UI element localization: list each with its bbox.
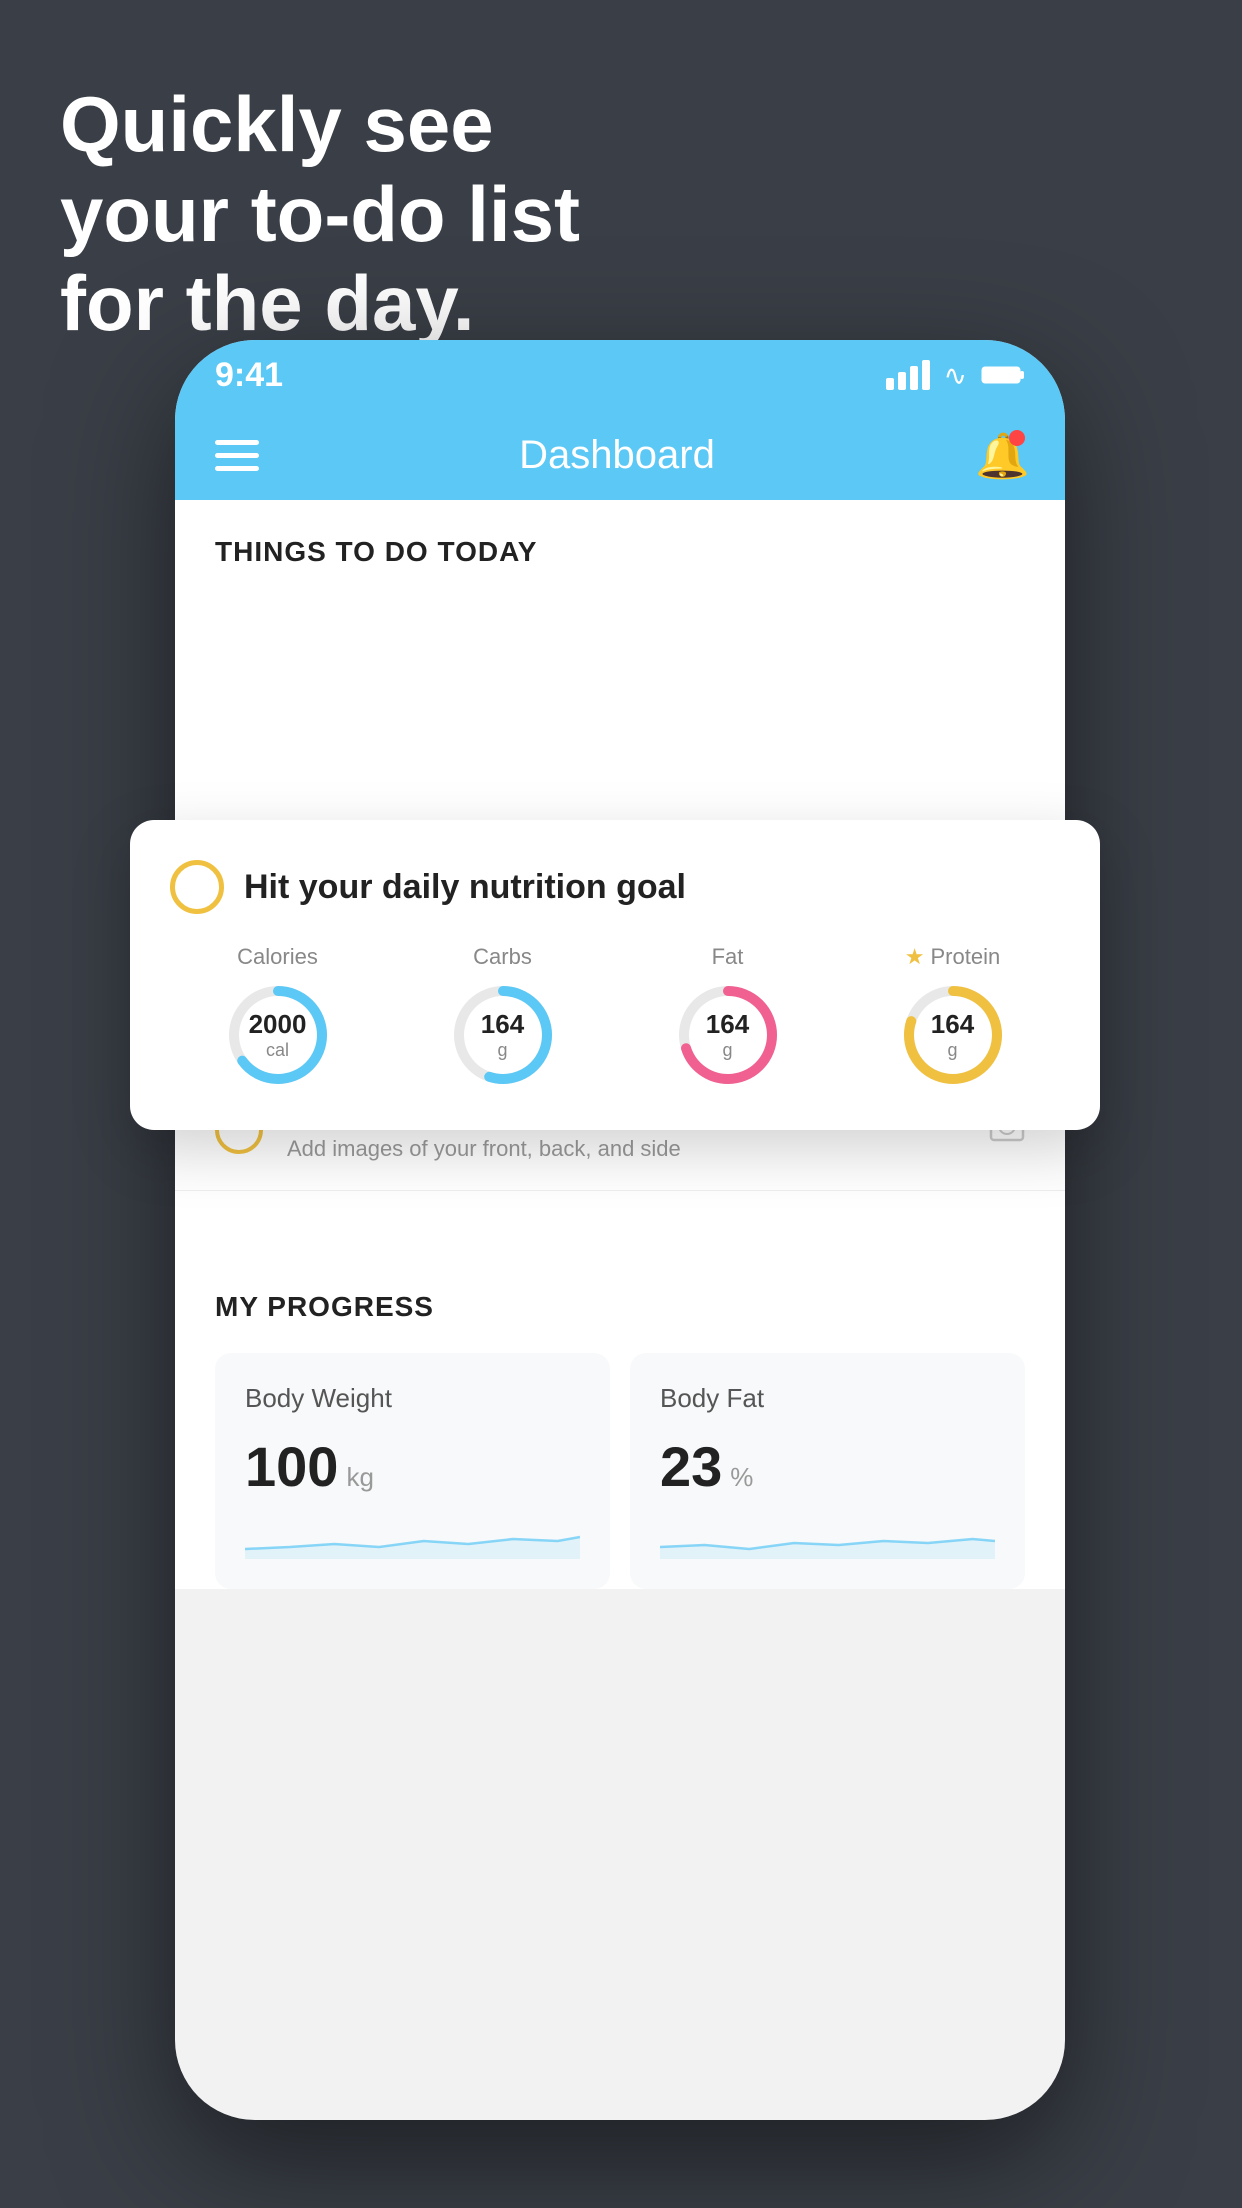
phone-frame: 9:41 ∿ Dashboard 🔔 — [175, 340, 1065, 2120]
star-icon: ★ — [905, 944, 925, 970]
signal-icon — [886, 360, 930, 390]
nutrition-carbs: Carbs 164 g — [448, 944, 558, 1090]
nutrition-protein: ★ Protein 164 g — [898, 944, 1008, 1090]
protein-value: 164 — [931, 1009, 974, 1040]
calories-value: 2000 — [249, 1009, 307, 1040]
body-fat-number: 23 — [660, 1434, 722, 1499]
progress-section-title: MY PROGRESS — [215, 1291, 1025, 1323]
body-weight-chart — [245, 1519, 580, 1559]
nutrition-fat: Fat 164 g — [673, 944, 783, 1090]
notification-badge — [1009, 430, 1025, 446]
fat-unit: g — [706, 1040, 749, 1061]
status-icons: ∿ — [886, 359, 1025, 392]
carbs-value: 164 — [481, 1009, 524, 1040]
body-weight-value-row: 100 kg — [245, 1434, 580, 1499]
headline-text: Quickly see your to-do list for the day. — [60, 80, 580, 349]
nutrition-card-title: Hit your daily nutrition goal — [244, 868, 686, 907]
calories-unit: cal — [249, 1040, 307, 1061]
protein-label-row: ★ Protein — [905, 944, 1000, 970]
carbs-label: Carbs — [473, 944, 532, 970]
status-time: 9:41 — [215, 356, 283, 395]
calories-label: Calories — [237, 944, 318, 970]
nutrition-calories: Calories 2000 cal — [223, 944, 333, 1090]
body-fat-value-row: 23 % — [660, 1434, 995, 1499]
battery-icon — [981, 364, 1025, 386]
notification-button[interactable]: 🔔 — [975, 430, 1025, 480]
nutrition-grid: Calories 2000 cal Carbs — [170, 944, 1060, 1090]
body-fat-unit: % — [730, 1462, 753, 1493]
header-bar: Dashboard 🔔 — [175, 410, 1065, 500]
fat-ring: 164 g — [673, 980, 783, 1090]
carbs-ring: 164 g — [448, 980, 558, 1090]
nutrition-card: Hit your daily nutrition goal Calories 2… — [130, 820, 1100, 1130]
body-fat-chart — [660, 1519, 995, 1559]
progress-cards: Body Weight 100 kg — [215, 1353, 1025, 1589]
status-bar: 9:41 ∿ — [175, 340, 1065, 410]
body-fat-card[interactable]: Body Fat 23 % — [630, 1353, 1025, 1589]
fat-label: Fat — [712, 944, 744, 970]
wifi-icon: ∿ — [944, 359, 967, 392]
body-weight-label: Body Weight — [245, 1383, 580, 1414]
body-weight-unit: kg — [346, 1462, 373, 1493]
protein-label: Protein — [931, 944, 1001, 970]
page-title: Dashboard — [519, 433, 715, 478]
todo-subtitle-photos: Add images of your front, back, and side — [287, 1136, 965, 1162]
body-fat-label: Body Fat — [660, 1383, 995, 1414]
carbs-unit: g — [481, 1040, 524, 1061]
things-today-header: THINGS TO DO TODAY — [175, 500, 1065, 588]
menu-button[interactable] — [215, 440, 259, 471]
calories-ring: 2000 cal — [223, 980, 333, 1090]
body-weight-card[interactable]: Body Weight 100 kg — [215, 1353, 610, 1589]
body-weight-number: 100 — [245, 1434, 338, 1499]
nutrition-circle-check — [170, 860, 224, 914]
fat-value: 164 — [706, 1009, 749, 1040]
protein-ring: 164 g — [898, 980, 1008, 1090]
protein-unit: g — [931, 1040, 974, 1061]
nutrition-card-header: Hit your daily nutrition goal — [170, 860, 1060, 914]
progress-section: MY PROGRESS Body Weight 100 kg — [175, 1251, 1065, 1589]
